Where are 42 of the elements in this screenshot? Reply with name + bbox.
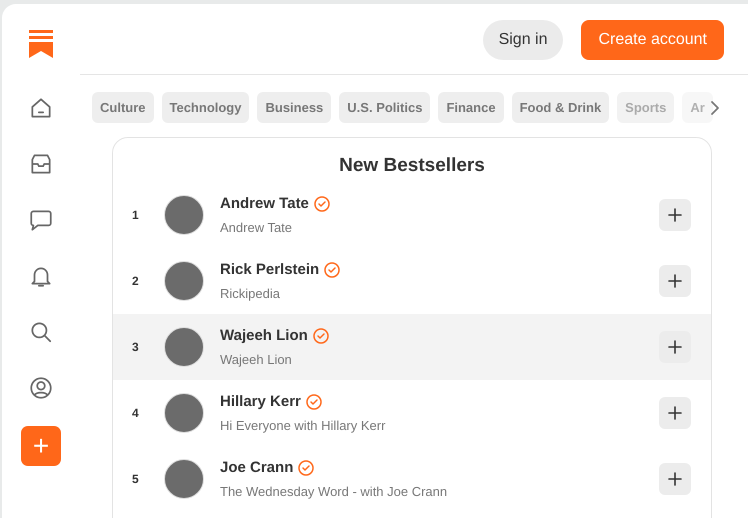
author-name[interactable]: Joe Crann: [220, 457, 294, 480]
plus-icon: [668, 340, 682, 354]
plus-button[interactable]: [659, 265, 691, 297]
plus-button[interactable]: [659, 199, 691, 231]
plus-icon: [668, 406, 682, 420]
avatar: [164, 261, 204, 301]
rank-number: 5: [132, 471, 140, 488]
author-name[interactable]: Wajeeh Lion: [220, 325, 308, 348]
avatar: [164, 393, 204, 433]
publication-name: The Wednesday Word - with Joe Crann: [220, 482, 448, 501]
category-tag[interactable]: Technology: [162, 92, 250, 123]
sign-in-button[interactable]: Sign in: [482, 20, 564, 60]
plus-button[interactable]: [659, 397, 691, 429]
rank-number: 1: [132, 207, 140, 224]
author-name[interactable]: Hillary Kerr: [220, 391, 301, 414]
publication-name: Wajeeh Lion: [220, 350, 293, 369]
category-tag[interactable]: Business: [257, 92, 332, 123]
profile-icon[interactable]: [28, 375, 54, 401]
plus-icon: [668, 472, 682, 486]
plus-icon: [668, 208, 682, 222]
rank-number: 3: [132, 339, 140, 356]
card-title: New Bestsellers: [338, 154, 486, 178]
category-tag[interactable]: Culture: [92, 92, 154, 123]
rank-number: 2: [132, 273, 140, 290]
author-name[interactable]: Andrew Tate: [220, 193, 309, 216]
rank-number: 4: [132, 405, 140, 422]
category-tag[interactable]: Food & Drink: [512, 92, 610, 123]
bestseller-row[interactable]: 3 Wajeeh Lion Wajeeh Lion: [113, 314, 711, 380]
plus-icon: [668, 274, 682, 288]
publication-name: Rickipedia: [220, 284, 281, 303]
logo-icon[interactable]: [29, 30, 53, 58]
category-tag[interactable]: U.S. Politics: [339, 92, 430, 123]
author-name[interactable]: Rick Perlstein: [220, 259, 320, 282]
chevron-right-icon[interactable]: [710, 100, 720, 116]
category-tag[interactable]: Finance: [438, 92, 504, 123]
plus-button[interactable]: [659, 463, 691, 495]
avatar: [164, 327, 204, 367]
plus-button[interactable]: [659, 331, 691, 363]
avatar: [164, 459, 204, 499]
avatar: [164, 195, 204, 235]
publication-name: Hi Everyone with Hillary Kerr: [220, 416, 386, 435]
publication-name: Andrew Tate: [220, 218, 294, 236]
